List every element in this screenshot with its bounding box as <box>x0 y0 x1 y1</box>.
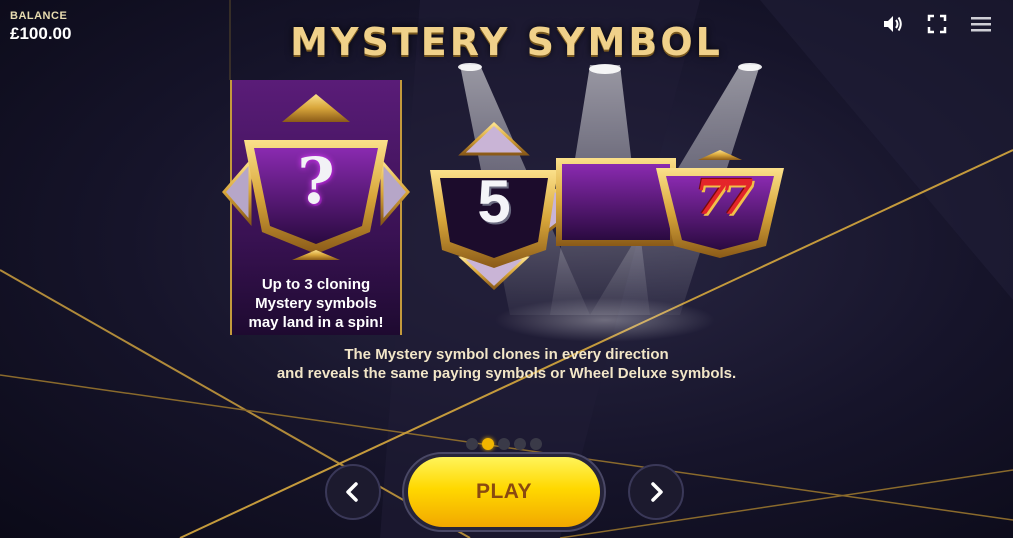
next-page-button[interactable] <box>628 464 684 520</box>
play-button-label: PLAY <box>475 480 533 503</box>
page-dot-active[interactable] <box>482 438 494 450</box>
page-dot[interactable] <box>514 438 526 450</box>
feature-description: The Mystery symbol clones in every direc… <box>0 345 1013 383</box>
mystery-caption-line-3: may land in a spin! <box>248 314 384 331</box>
feature-description-line-1: The Mystery symbol clones in every direc… <box>344 346 669 363</box>
play-button[interactable]: PLAY <box>408 457 600 527</box>
chevron-right-icon <box>651 482 663 502</box>
previous-page-button[interactable] <box>325 464 381 520</box>
page-dot[interactable] <box>530 438 542 450</box>
mystery-question-mark: ? <box>297 144 335 219</box>
number-five-label: 5 <box>477 168 511 235</box>
page-dot[interactable] <box>498 438 510 450</box>
page-indicator <box>466 438 542 450</box>
mystery-caption-line-1: Up to 3 cloning <box>261 276 371 293</box>
page-title: MYSTERY SYMBOL <box>290 20 723 64</box>
feature-description-line-2: and reveals the same paying symbols or W… <box>276 365 737 382</box>
sevens-glyph: 77 <box>694 170 754 226</box>
mystery-caption: Up to 3 cloning Mystery symbols may land… <box>230 275 402 332</box>
mystery-caption-line-2: Mystery symbols <box>255 295 377 312</box>
page-dot[interactable] <box>466 438 478 450</box>
chevron-left-icon <box>346 482 358 502</box>
